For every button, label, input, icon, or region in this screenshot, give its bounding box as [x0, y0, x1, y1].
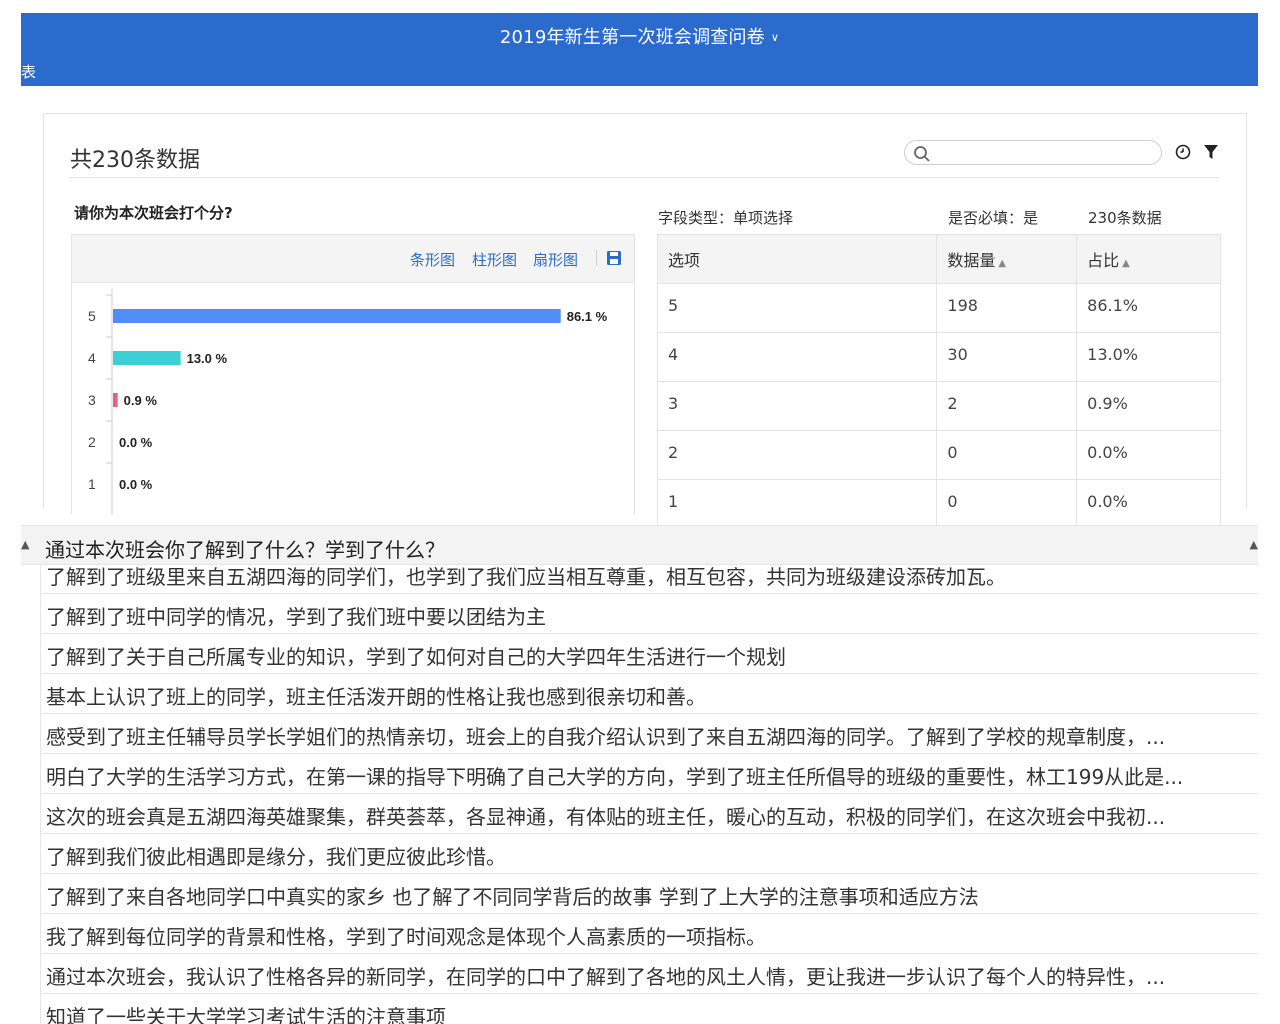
text-answers-list: ▲︎ 通过本次班会你了解到了什么？学到了什么？ ▲︎ 了解到了班级里来自五湖四海… [21, 521, 1258, 1024]
search-input[interactable] [904, 140, 1162, 165]
answer-text: 了解到了班级里来自五湖四海的同学们，也学到了我们应当相互尊重，相互包容，共同为班… [46, 565, 1006, 589]
chart-container: 条形图 柱形图 扇形图 5 86.1 % 4 13.0 % 3 0.9 % 2 0.0 % 1 0… [71, 234, 635, 515]
list-item[interactable]: 了解到我们彼此相遇即是缘分，我们更应彼此珍惜。 [41, 834, 1258, 874]
survey-title-dropdown[interactable]: 2019年新生第一次班会调查问卷 ∨ [21, 23, 1258, 49]
bar [113, 351, 181, 365]
table-row: 2 0 0.0% [656, 430, 1221, 480]
y-tick-label: 2 [88, 434, 96, 450]
bar-chart: 5 86.1 % 4 13.0 % 3 0.9 % 2 0.0 % 1 0.0 % [88, 289, 608, 515]
list-item[interactable]: 我了解到每位同学的背景和性格，学到了时间观念是体现个人高素质的一项指标。 [41, 914, 1258, 954]
col-header-count[interactable]: 数据量 ▲︎ [936, 234, 1078, 284]
sort-icon[interactable]: ▲︎ [1250, 538, 1258, 551]
question-title: 请你为本次班会打个分? [74, 204, 233, 222]
answer-text: 通过本次班会，我认识了性格各异的新同学，在同学的口中了解到了各地的风土人情，更让… [46, 965, 1166, 989]
chart-toolbar: 条形图 柱形图 扇形图 [72, 235, 634, 283]
answer-text: 知道了一些关于大学学习考试生活的注意事项 [46, 1005, 446, 1024]
required-flag: 是否必填：是 [948, 209, 1039, 227]
field-type: 字段类型：单项选择 [658, 209, 794, 227]
column-chart-button[interactable]: 柱形图 [472, 249, 517, 270]
toolbar-separator [596, 250, 597, 266]
survey-title: 2019年新生第一次班会调查问卷 [499, 27, 765, 48]
data-count: 230条数据 [1088, 209, 1162, 227]
list-item[interactable]: 这次的班会真是五湖四海英雄聚集，群英荟萃，各显神通，有体贴的班主任，暖心的互动，… [41, 794, 1258, 834]
filter-icon[interactable] [1204, 144, 1218, 160]
pie-chart-button[interactable]: 扇形图 [533, 249, 578, 270]
header-left-label[interactable]: 表 [21, 61, 36, 82]
answer-text: 了解到了关于自己所属专业的知识，学到了如何对自己的大学四年生活进行一个规划 [46, 645, 786, 669]
list-item[interactable]: 了解到了关于自己所属专业的知识，学到了如何对自己的大学四年生活进行一个规划 [41, 634, 1258, 674]
table-row: 3 2 0.9% [656, 381, 1221, 431]
table-row: 5 198 86.1% [656, 283, 1221, 333]
answer-text: 明白了大学的生活学习方式，在第一课的指导下明确了自己大学的方向，学到了班主任所倡… [46, 765, 1184, 789]
clock-icon[interactable] [1175, 144, 1191, 160]
search-icon [914, 146, 930, 162]
list-item[interactable]: 基本上认识了班上的同学，班主任活泼开朗的性格让我也感到很亲切和善。 [41, 674, 1258, 714]
answer-text: 了解到了来自各地同学口中真实的家乡 也了解了不同同学背后的故事 学到了上大学的注… [46, 885, 979, 909]
bar [113, 309, 561, 323]
answer-text: 这次的班会真是五湖四海英雄聚集，群英荟萃，各显神通，有体贴的班主任，暖心的互动，… [46, 805, 1166, 829]
list-item[interactable]: 了解到了班中同学的情况，学到了我们班中要以团结为主 [41, 594, 1258, 634]
data-label: 0.9 % [124, 393, 158, 408]
sort-icon[interactable]: ▲︎ [21, 538, 29, 551]
y-tick-label: 5 [88, 308, 96, 324]
answer-text: 了解到我们彼此相遇即是缘分，我们更应彼此珍惜。 [46, 845, 506, 869]
answer-text: 感受到了班主任辅导员学长学姐们的热情亲切，班会上的自我介绍认识到了来自五湖四海的… [46, 725, 1166, 749]
chevron-down-icon: ∨ [770, 31, 780, 44]
stats-table: 选项 数据量 ▲︎ 占比 ▲︎ 5 198 86.1% 4 30 13.0% 3 2 0.9% … [656, 234, 1221, 529]
list-item[interactable]: 了解到了来自各地同学口中真实的家乡 也了解了不同同学背后的故事 学到了上大学的注… [41, 874, 1258, 914]
sort-icon[interactable]: ▲︎ [998, 258, 1006, 269]
table-header-row: 选项 数据量 ▲︎ 占比 ▲︎ [656, 234, 1221, 284]
y-tick-label: 1 [88, 476, 96, 492]
list-item[interactable]: 了解到了班级里来自五湖四海的同学们，也学到了我们应当相互尊重，相互包容，共同为班… [41, 554, 1258, 594]
sort-icon[interactable]: ▲︎ [1122, 258, 1130, 269]
app-header: 2019年新生第一次班会调查问卷 ∨ 表 [21, 13, 1258, 86]
col-header-ratio[interactable]: 占比 ▲︎ [1076, 234, 1221, 284]
panel-divider [68, 177, 1220, 178]
col-header-option: 选项 [656, 234, 938, 284]
bar [113, 393, 118, 407]
record-count-title: 共230条数据 [70, 148, 200, 173]
answer-text: 了解到了班中同学的情况，学到了我们班中要以团结为主 [46, 605, 546, 629]
list-item[interactable]: 知道了一些关于大学学习考试生活的注意事项 [41, 994, 1258, 1024]
data-label: 13.0 % [187, 351, 228, 366]
answer-text: 我了解到每位同学的背景和性格，学到了时间观念是体现个人高素质的一项指标。 [46, 925, 766, 949]
save-icon[interactable] [607, 251, 621, 265]
statistics-panel: 共230条数据 请你为本次班会打个分? 字段类型：单项选择 是否必填：是 230… [43, 113, 1247, 529]
list-item[interactable]: 感受到了班主任辅导员学长学姐们的热情亲切，班会上的自我介绍认识到了来自五湖四海的… [41, 714, 1258, 754]
data-label: 0.0 % [119, 477, 153, 492]
list-item[interactable]: 通过本次班会，我认识了性格各异的新同学，在同学的口中了解到了各地的风土人情，更让… [41, 954, 1258, 994]
y-tick-label: 4 [88, 350, 96, 366]
list-item[interactable]: 明白了大学的生活学习方式，在第一课的指导下明确了自己大学的方向，学到了班主任所倡… [41, 754, 1258, 794]
bar-chart-button[interactable]: 条形图 [410, 249, 455, 270]
answer-text: 基本上认识了班上的同学，班主任活泼开朗的性格让我也感到很亲切和善。 [46, 685, 706, 709]
data-label: 86.1 % [567, 309, 608, 324]
table-row: 4 30 13.0% [656, 332, 1221, 382]
y-tick-label: 3 [88, 392, 96, 408]
data-label: 0.0 % [119, 435, 153, 450]
